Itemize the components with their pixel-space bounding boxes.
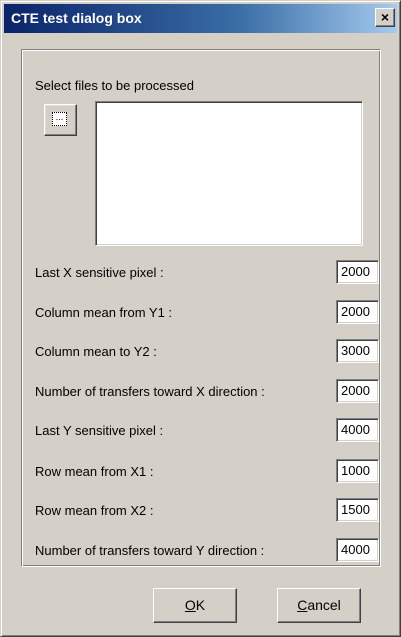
param-label-last-y: Last Y sensitive pixel : — [35, 423, 164, 438]
param-input-column-mean-from-y1[interactable]: 2000 — [336, 300, 379, 324]
select-files-label: Select files to be processed — [35, 78, 194, 93]
close-icon: × — [380, 9, 390, 25]
dialog-window: CTE test dialog box × Select files to be… — [0, 0, 401, 637]
param-label-transfers-x: Number of transfers toward X direction : — [35, 384, 265, 399]
cancel-button-label: ancel — [307, 597, 341, 613]
cancel-button-mnemonic: C — [297, 597, 308, 613]
browse-ellipsis-icon: ... — [52, 112, 67, 126]
cancel-button[interactable]: Cancel — [277, 588, 361, 623]
param-label-row-mean-from-x2: Row mean from X2 : — [35, 503, 154, 518]
param-label-transfers-y: Number of transfers toward Y direction : — [35, 543, 265, 558]
param-input-row-mean-from-x1[interactable]: 1000 — [336, 459, 379, 483]
param-label-last-x: Last X sensitive pixel : — [35, 265, 164, 280]
param-input-transfers-y[interactable]: 4000 — [336, 538, 379, 562]
title-bar[interactable]: CTE test dialog box × — [4, 4, 397, 33]
browse-files-button[interactable]: ... — [44, 104, 77, 136]
param-input-transfers-x[interactable]: 2000 — [336, 379, 379, 403]
window-title: CTE test dialog box — [11, 10, 142, 26]
param-input-last-x[interactable]: 2000 — [336, 260, 379, 284]
param-label-column-mean-from-y1: Column mean from Y1 : — [35, 305, 173, 320]
close-button[interactable]: × — [375, 8, 395, 27]
param-input-last-y[interactable]: 4000 — [336, 418, 379, 442]
file-list-box[interactable] — [95, 101, 363, 246]
ok-button[interactable]: OK — [153, 588, 237, 623]
param-input-column-mean-to-y2[interactable]: 3000 — [336, 339, 379, 363]
param-label-column-mean-to-y2: Column mean to Y2 : — [35, 344, 157, 359]
param-input-row-mean-from-x2[interactable]: 1500 — [336, 498, 379, 522]
ok-button-label: K — [195, 597, 206, 613]
param-label-row-mean-from-x1: Row mean from X1 : — [35, 464, 154, 479]
ok-button-mnemonic: O — [184, 597, 196, 613]
